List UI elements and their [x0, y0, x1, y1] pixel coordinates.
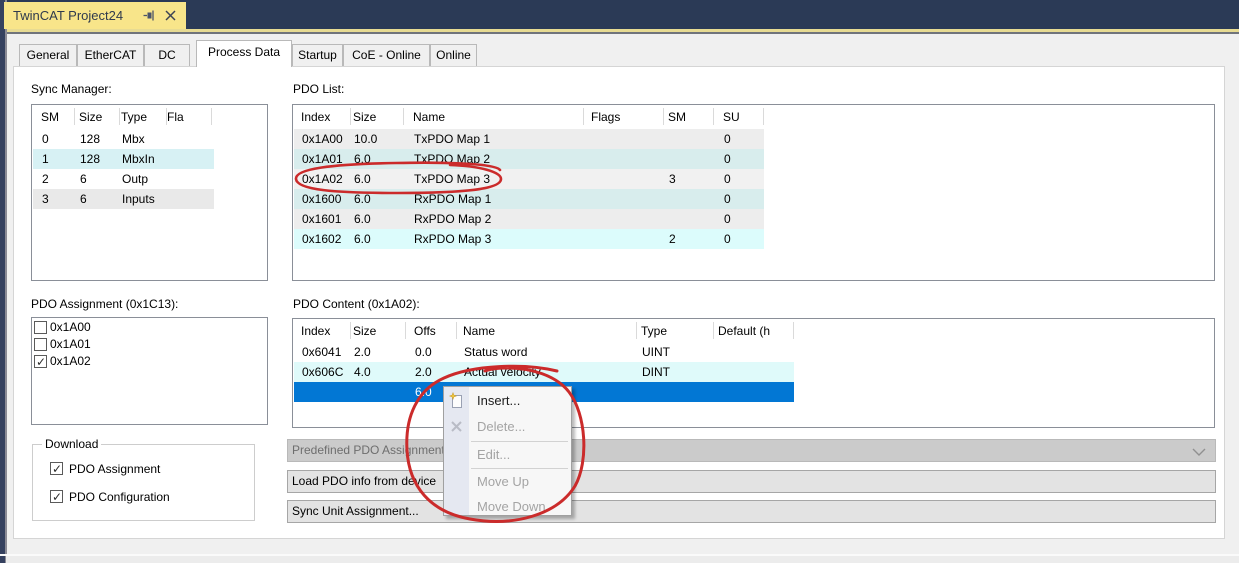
tab-online[interactable]: Online [430, 44, 477, 66]
column-header[interactable]: Size [353, 319, 376, 342]
column-header[interactable]: Flags [591, 105, 620, 128]
menu-item-move-down[interactable]: Move Down [444, 494, 571, 520]
column-header[interactable]: SM [41, 105, 59, 128]
download-group [32, 444, 255, 521]
menu-item-delete[interactable]: Delete... [444, 414, 571, 440]
table-row[interactable]: 26Outp [33, 169, 214, 189]
load-pdo-info-button[interactable]: Load PDO info from device [287, 470, 1216, 493]
column-header[interactable]: Size [353, 105, 376, 128]
pdo-assignment-label: PDO Assignment (0x1C13): [31, 297, 178, 311]
menu-item-insert[interactable]: Insert... [444, 388, 571, 414]
column-header[interactable]: Name [413, 105, 445, 128]
insert-icon [448, 392, 465, 409]
sync-unit-assignment-button[interactable]: Sync Unit Assignment... [287, 500, 1216, 523]
table-row[interactable]: 0x16006.0RxPDO Map 10 [294, 189, 764, 209]
context-menu: Insert... Delete... Edit... Move Up Move… [443, 386, 572, 516]
table-row[interactable]: 0x16016.0RxPDO Map 20 [294, 209, 764, 229]
column-header[interactable]: Default (h [718, 319, 770, 342]
download-group-label: Download [42, 437, 101, 451]
checkbox-0x1A00[interactable] [34, 321, 47, 334]
table-row[interactable]: 0128Mbx [33, 129, 214, 149]
pdo-assignment-list[interactable]: 0x1A00 0x1A01 0x1A02 [31, 317, 268, 425]
column-header[interactable]: Name [463, 319, 495, 342]
tab-process-data[interactable]: Process Data [196, 40, 292, 67]
table-row[interactable]: 0x1A016.0TxPDO Map 20 [294, 149, 764, 169]
column-header[interactable]: SM [668, 105, 686, 128]
tab-coe-online[interactable]: CoE - Online [343, 44, 430, 66]
document-tab-title: TwinCAT Project24 [13, 8, 123, 23]
table-row[interactable]: 0x1A026.0TxPDO Map 330 [294, 169, 764, 189]
pdo-list-label: PDO List: [293, 82, 344, 96]
checkbox-label: PDO Configuration [69, 490, 170, 504]
close-icon[interactable] [165, 10, 176, 21]
predefined-pdo-assignment-combobox[interactable]: Predefined PDO Assignment [287, 439, 1216, 462]
sync-manager-label: Sync Manager: [31, 82, 112, 96]
table-row[interactable]: 0x1A0010.0TxPDO Map 10 [294, 129, 764, 149]
document-tab[interactable]: TwinCAT Project24 [4, 2, 186, 29]
menu-item-move-up[interactable]: Move Up [444, 469, 571, 495]
checkbox-0x1A01[interactable] [34, 338, 47, 351]
table-row[interactable]: 0x606C4.02.0Actual velocityDINT [294, 362, 794, 382]
pin-icon[interactable] [143, 9, 156, 22]
delete-icon [448, 418, 465, 435]
pdo-list-table[interactable]: Index Size Name Flags SM SU 0x1A0010.0Tx… [292, 104, 1215, 281]
table-row[interactable]: 1128MbxIn [33, 149, 214, 169]
column-header[interactable]: Index [301, 319, 330, 342]
table-row[interactable]: 0x60412.00.0Status wordUINT [294, 342, 794, 362]
column-header[interactable]: Type [641, 319, 667, 342]
chevron-down-icon [1191, 447, 1207, 457]
table-row[interactable]: 0x16026.0RxPDO Map 320 [294, 229, 764, 249]
checkbox-0x1A02[interactable] [34, 355, 47, 368]
checkbox-pdo-assignment[interactable] [50, 462, 63, 475]
column-header[interactable]: Offs [414, 319, 436, 342]
tab-dc[interactable]: DC [144, 44, 190, 66]
checkbox-pdo-configuration[interactable] [50, 490, 63, 503]
status-strip [6, 556, 1239, 563]
menu-item-edit[interactable]: Edit... [444, 442, 571, 468]
window-divider [0, 32, 1239, 34]
pdo-content-table[interactable]: Index Size Offs Name Type Default (h 0x6… [292, 318, 1215, 428]
tab-startup[interactable]: Startup [292, 44, 343, 66]
column-header[interactable]: Size [79, 105, 102, 128]
table-row[interactable]: 36Inputs [33, 189, 214, 209]
pdo-content-label: PDO Content (0x1A02): [293, 297, 420, 311]
tab-general[interactable]: General [19, 44, 77, 66]
checkbox-label: PDO Assignment [69, 462, 160, 476]
column-header[interactable]: Type [121, 105, 147, 128]
tab-ethercat[interactable]: EtherCAT [77, 44, 144, 66]
column-header[interactable]: Index [301, 105, 330, 128]
column-header[interactable]: SU [723, 105, 740, 128]
left-edge-line [5, 0, 7, 563]
column-header[interactable]: Fla [167, 105, 184, 128]
sync-manager-table[interactable]: SM Size Type Fla 0128Mbx 1128MbxIn 26Out… [31, 104, 268, 281]
